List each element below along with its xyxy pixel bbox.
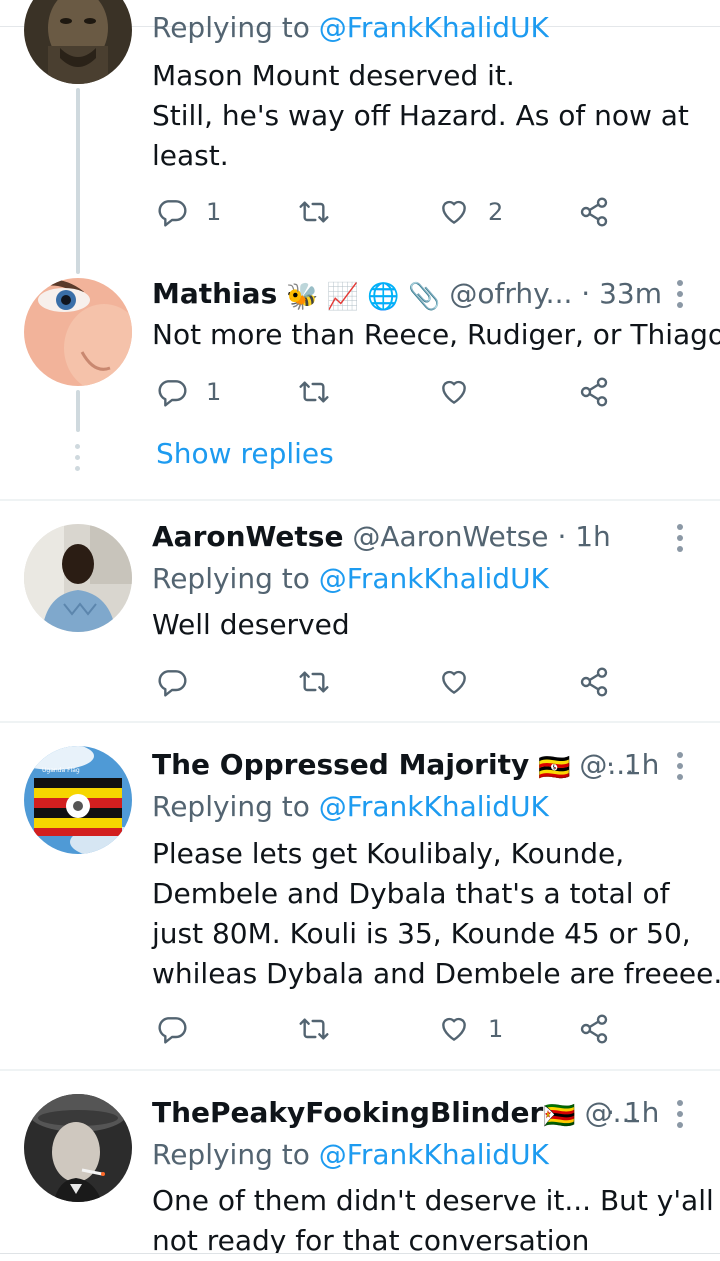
user-handle[interactable]: @ofrhy... [449, 277, 572, 310]
replying-handle-link[interactable]: @FrankKhalidUK [319, 1138, 549, 1171]
more-icon [677, 752, 683, 758]
like-icon [442, 1017, 466, 1041]
avatar[interactable] [24, 524, 132, 632]
share-icon [580, 377, 608, 407]
bottom-bar-edge [0, 1253, 720, 1261]
replying-label: Replying to [152, 562, 310, 595]
like-button[interactable]: 1 [438, 1013, 503, 1045]
reply-button[interactable]: 1 [156, 376, 221, 408]
more-options-button[interactable] [677, 524, 685, 552]
tweet-body-line: whileas Dybala and Dembele are freeee. [152, 957, 720, 990]
share-button[interactable] [578, 196, 610, 228]
retweet-icon [299, 381, 329, 403]
tweet-divider [0, 499, 720, 501]
display-name[interactable]: AaronWetse [152, 520, 343, 553]
avatar[interactable] [24, 0, 132, 84]
like-icon [442, 200, 466, 224]
more-icon [677, 524, 683, 530]
retweet-button[interactable] [298, 1013, 330, 1045]
flag-emoji: 🇺🇬 [538, 753, 571, 783]
retweet-button[interactable] [298, 376, 330, 408]
reply-icon [158, 670, 187, 697]
avatar[interactable]: Uganda Flag [24, 746, 132, 854]
tweet-body-line: Dembele and Dybala that's a total of [152, 877, 670, 910]
more-options-button[interactable] [677, 280, 685, 308]
more-options-button[interactable] [677, 1100, 685, 1128]
more-icon [677, 280, 683, 286]
share-icon [580, 667, 608, 697]
replying-to: Replying to @FrankKhalidUK [152, 1135, 549, 1175]
retweet-icon [299, 1018, 329, 1040]
display-name[interactable]: ThePeakyFookingBlinder [152, 1096, 543, 1129]
reply-icon [158, 1017, 187, 1044]
like-count: 2 [488, 198, 504, 226]
retweet-icon [299, 671, 329, 693]
retweet-icon [299, 201, 329, 223]
tweet-header: Mathias 🐝 📈 🌐 📎 @ofrhy... · 33m [152, 274, 662, 317]
tweet-header: The Oppressed Majority 🇺🇬 @... [152, 745, 634, 788]
like-button[interactable] [438, 376, 470, 408]
replying-to: Replying to @FrankKhalidUK [152, 787, 549, 827]
thread-line [76, 390, 80, 432]
tweet-header: ThePeakyFookingBlinder🇿🇼 @... [152, 1093, 639, 1136]
like-icon [442, 670, 466, 694]
reply-button[interactable] [156, 1013, 188, 1045]
more-options-button[interactable] [677, 752, 685, 780]
like-button[interactable]: 2 [438, 196, 503, 228]
tweet-body-line: Mason Mount deserved it. [152, 59, 515, 92]
share-icon [580, 197, 608, 227]
tweet-body-line: Well deserved [152, 608, 350, 641]
tweet-body-line: just 80M. Kouli is 35, Kounde 45 or 50, [152, 917, 691, 950]
reply-button[interactable]: 1 [156, 196, 221, 228]
replying-label: Replying to [152, 790, 310, 823]
tweet-body-line: Not more than Reece, Rudiger, or Thiago [152, 318, 720, 351]
replying-handle-link[interactable]: @FrankKhalidUK [319, 790, 549, 823]
share-button[interactable] [578, 376, 610, 408]
tweet-body-line: Still, he's way off Hazard. As of now at [152, 99, 689, 132]
share-icon [580, 1014, 608, 1044]
tweet-divider [0, 721, 720, 723]
reply-icon [158, 200, 187, 227]
tweet-divider [0, 1069, 720, 1071]
flag-emoji: 🇿🇼 [543, 1101, 576, 1131]
reply-count: 1 [206, 378, 222, 406]
avatar[interactable] [24, 278, 132, 386]
display-name[interactable]: The Oppressed Majority [152, 748, 529, 781]
timestamp[interactable]: · 33m [581, 277, 662, 310]
avatar[interactable] [24, 1094, 132, 1202]
user-handle[interactable]: @AaronWetse [352, 520, 548, 553]
tweet-body-line: least. [152, 139, 229, 172]
like-icon [442, 380, 466, 404]
thread-line [76, 88, 80, 274]
display-name[interactable]: Mathias [152, 277, 277, 310]
replying-handle-link[interactable]: @FrankKhalidUK [319, 562, 549, 595]
like-count: 1 [488, 1015, 504, 1043]
reply-button[interactable] [156, 666, 188, 698]
name-emojis: 🐝 📈 🌐 📎 [286, 282, 441, 312]
retweet-button[interactable] [298, 666, 330, 698]
reply-count: 1 [206, 198, 222, 226]
replying-to: Replying to @FrankKhalidUK [152, 559, 549, 599]
timestamp[interactable]: · 1h [606, 745, 659, 785]
replying-handle-link[interactable]: @FrankKhalidUK [319, 15, 549, 44]
avatar-banner-text: Uganda Flag [42, 767, 80, 774]
timestamp[interactable]: · 1h [557, 520, 610, 553]
replying-to: Replying to @FrankKhalidUK [152, 11, 549, 48]
replying-label: Replying to [152, 1138, 310, 1171]
like-button[interactable] [438, 666, 470, 698]
thread-continuation-dots [75, 444, 80, 471]
show-replies-link[interactable]: Show replies [156, 434, 334, 474]
reply-icon [158, 380, 187, 407]
share-button[interactable] [578, 1013, 610, 1045]
share-button[interactable] [578, 666, 610, 698]
replying-label: Replying to [152, 11, 310, 44]
tweet-body-line: not ready for that conversation [152, 1224, 590, 1255]
more-icon [677, 1100, 683, 1106]
timestamp[interactable]: · 1h [606, 1093, 659, 1133]
tweet-body-line: One of them didn't deserve it... But y'a… [152, 1184, 714, 1217]
retweet-button[interactable] [298, 196, 330, 228]
tweet-body-line: Please lets get Koulibaly, Kounde, [152, 837, 625, 870]
tweet-header: AaronWetse @AaronWetse · 1h [152, 517, 611, 557]
